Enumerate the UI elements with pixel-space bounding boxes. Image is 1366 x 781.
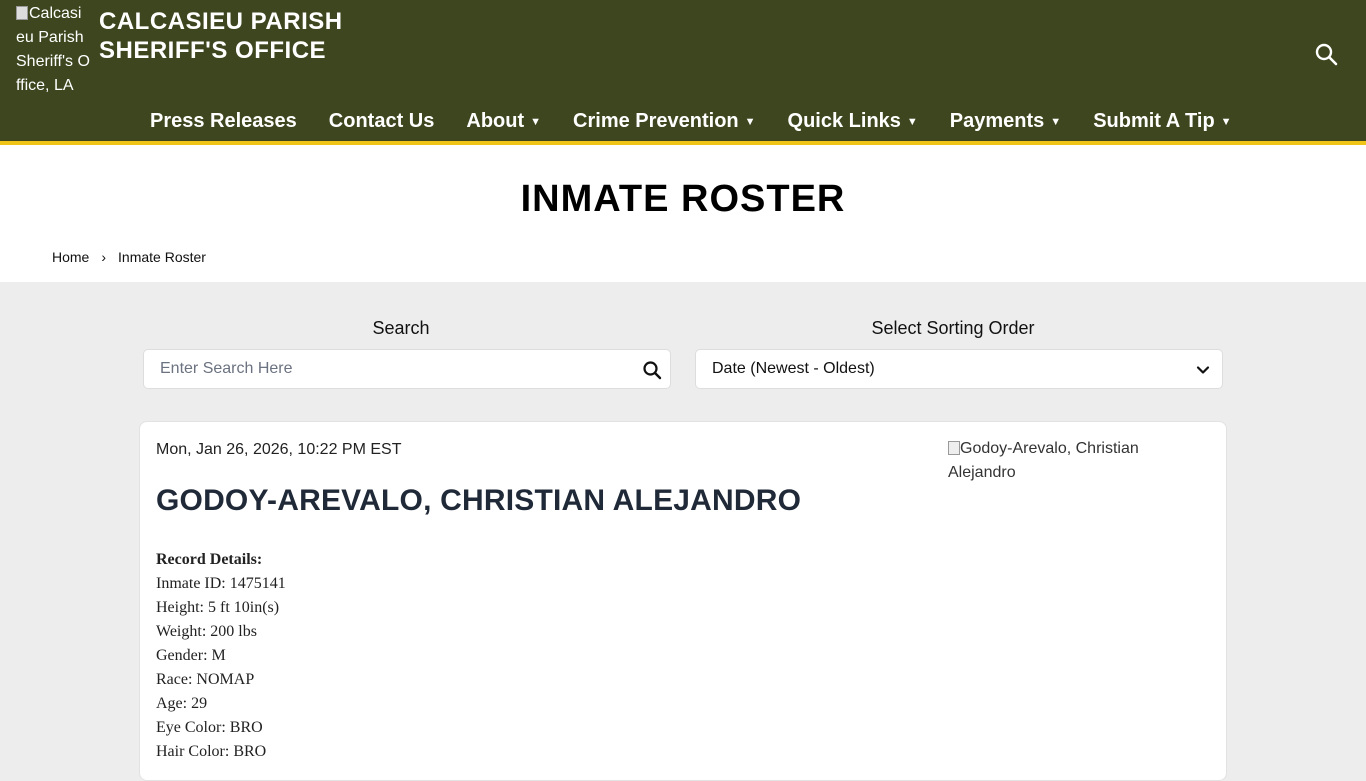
photo-alt-text: Godoy-Arevalo, Christian Alejandro <box>948 440 1139 481</box>
broken-image-icon <box>16 6 28 20</box>
detail-eye-color: Eye Color: BRO <box>156 719 263 736</box>
caret-down-icon: ▼ <box>906 116 918 128</box>
detail-weight: Weight: 200 lbs <box>156 623 257 640</box>
nav-item-contact-us[interactable]: Contact Us <box>313 110 451 133</box>
title-band: INMATE ROSTER Home › Inmate Roster <box>0 145 1366 282</box>
inmate-record-card[interactable]: Mon, Jan 26, 2026, 10:22 PM EST GODOY-AR… <box>139 421 1227 781</box>
breadcrumb-home-link[interactable]: Home <box>52 249 89 265</box>
nav-item-submit-a-tip[interactable]: Submit A Tip ▼ <box>1077 110 1247 133</box>
detail-race: Race: NOMAP <box>156 671 255 688</box>
sort-label: Select Sorting Order <box>871 318 1035 338</box>
sort-select[interactable]: Date (Newest - Oldest) <box>695 349 1223 389</box>
page-title: INMATE ROSTER <box>520 178 846 220</box>
logo-image[interactable]: Calcasieu Parish Sheriff's Office, LA <box>16 2 90 98</box>
nav-item-press-releases[interactable]: Press Releases <box>134 110 313 133</box>
caret-down-icon: ▼ <box>1050 116 1062 128</box>
detail-height: Height: 5 ft 10in(s) <box>156 599 280 616</box>
nav-item-about[interactable]: About ▼ <box>450 110 557 133</box>
search-icon[interactable] <box>1314 42 1338 66</box>
caret-down-icon: ▼ <box>1220 116 1232 128</box>
main-nav: Press Releases Contact Us About ▼ Crime P… <box>134 104 1248 138</box>
detail-inmate-id: Inmate ID: 1475141 <box>156 575 286 592</box>
record-details: Record Details: Inmate ID: 1475141 Heigh… <box>156 548 286 764</box>
broken-image-icon <box>948 441 960 455</box>
detail-age: Age: 29 <box>156 695 208 712</box>
sort-selected-value: Date (Newest - Oldest) <box>712 360 875 377</box>
search-label: Search <box>372 318 430 338</box>
inmate-photo[interactable]: Godoy-Arevalo, Christian Alejandro <box>948 437 1168 485</box>
search-icon[interactable] <box>642 360 662 380</box>
detail-hair-color: Hair Color: BRO <box>156 743 267 760</box>
site-title[interactable]: CALCASIEU PARISH SHERIFF'S OFFICE <box>99 7 359 65</box>
breadcrumb-separator: › <box>101 249 107 265</box>
search-input[interactable] <box>144 350 634 388</box>
detail-gender: Gender: M <box>156 647 226 664</box>
inmate-name[interactable]: GODOY-AREVALO, CHRISTIAN ALEJANDRO <box>156 484 801 518</box>
nav-item-payments[interactable]: Payments ▼ <box>934 110 1077 133</box>
breadcrumb-current: Inmate Roster <box>118 249 206 265</box>
site-header: Calcasieu Parish Sheriff's Office, LA CA… <box>0 0 1366 145</box>
caret-down-icon: ▼ <box>744 116 756 128</box>
nav-item-quick-links[interactable]: Quick Links ▼ <box>772 110 934 133</box>
search-box <box>143 349 671 389</box>
nav-item-crime-prevention[interactable]: Crime Prevention ▼ <box>557 110 772 133</box>
chevron-down-icon <box>1196 366 1210 374</box>
record-details-heading: Record Details: <box>156 551 263 568</box>
caret-down-icon: ▼ <box>530 116 542 128</box>
record-date: Mon, Jan 26, 2026, 10:22 PM EST <box>156 441 402 458</box>
breadcrumb: Home › Inmate Roster <box>52 249 206 265</box>
